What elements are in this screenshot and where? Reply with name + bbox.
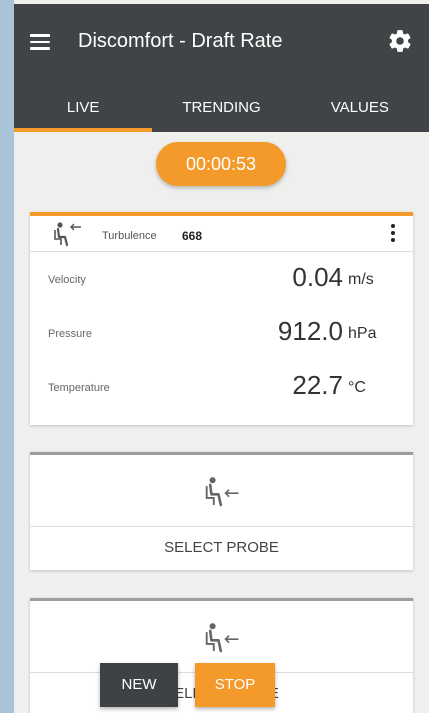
new-button[interactable]: NEW	[100, 663, 178, 707]
reading-label: Pressure	[48, 328, 93, 340]
gear-icon[interactable]	[387, 28, 413, 54]
app-screen: Discomfort - Draft Rate LIVE TRENDING VA…	[14, 0, 429, 713]
tab-live[interactable]: LIVE	[14, 88, 153, 132]
reading-row-velocity: Velocity 0.04 m/s	[30, 252, 413, 306]
probe-serial: 668	[182, 229, 203, 243]
reading-value: 0.04	[292, 262, 343, 292]
tab-trending[interactable]: TRENDING	[152, 88, 290, 132]
seated-person-draft-icon	[205, 477, 239, 507]
probe-name: Turbulence	[102, 230, 157, 242]
seated-person-draft-icon	[54, 222, 81, 247]
app-bar: Discomfort - Draft Rate LIVE TRENDING VA…	[14, 4, 429, 132]
reading-label: Temperature	[48, 382, 110, 394]
tab-values[interactable]: VALUES	[291, 88, 429, 132]
menu-icon[interactable]	[30, 34, 50, 50]
reading-unit: hPa	[348, 325, 377, 342]
tab-bar: LIVE TRENDING VALUES	[14, 88, 429, 132]
page-title: Discomfort - Draft Rate	[78, 30, 283, 52]
select-probe-label[interactable]: SELECT PROBE	[30, 527, 413, 569]
probe-card: Turbulence 668 Velocity 0.04 m/s Pressur…	[30, 212, 413, 425]
seated-person-draft-icon	[205, 623, 239, 653]
elapsed-timer: 00:00:53	[156, 142, 286, 186]
stop-button[interactable]: STOP	[195, 663, 275, 707]
reading-label: Velocity	[48, 274, 86, 286]
reading-unit: °C	[348, 379, 366, 396]
reading-row-temperature: Temperature 22.7 °C	[30, 360, 413, 414]
reading-value: 912.0	[277, 316, 343, 346]
reading-unit: m/s	[348, 271, 374, 288]
reading-value: 22.7	[292, 370, 343, 400]
reading-row-pressure: Pressure 912.0 hPa	[30, 306, 413, 360]
empty-probe-slot[interactable]: SELECT PROBE	[30, 452, 413, 570]
more-vert-icon[interactable]	[391, 224, 395, 242]
probe-card-header: Turbulence 668	[30, 216, 413, 252]
